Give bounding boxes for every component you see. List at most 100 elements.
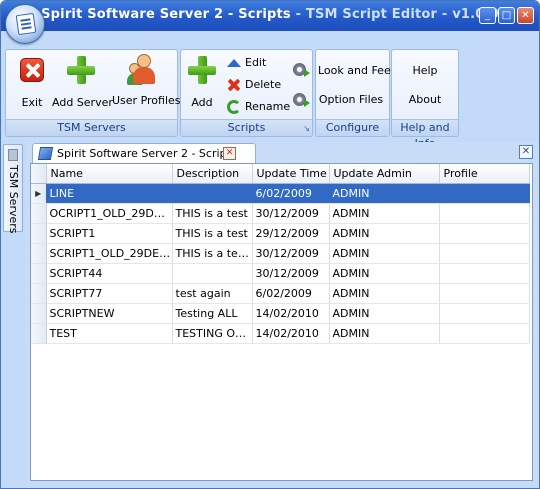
column-header-update-admin[interactable]: Update Admin <box>329 164 440 184</box>
tab-close-icon[interactable]: ✕ <box>223 147 236 160</box>
cell-profile[interactable] <box>439 243 530 264</box>
exit-button[interactable]: Exit <box>10 54 54 109</box>
cell-name[interactable]: SCRIPT44 <box>46 263 173 284</box>
cell-update-time[interactable]: 30/12/2009 <box>252 243 330 264</box>
cell-update-time[interactable]: 29/12/2009 <box>252 223 330 244</box>
cell-update-time[interactable]: 30/12/2009 <box>252 203 330 224</box>
row-indicator <box>31 263 47 284</box>
delete-script-button[interactable]: Delete <box>227 78 281 92</box>
group-caption-scripts: Scripts <box>181 119 312 136</box>
row-indicator <box>31 203 47 224</box>
cell-update-time[interactable]: 14/02/2010 <box>252 303 330 324</box>
table-row[interactable]: SCRIPTNEW Testing ALL 14/02/2010 ADMIN <box>31 303 530 324</box>
row-indicator <box>31 303 47 324</box>
rename-script-button[interactable]: Rename <box>227 100 290 114</box>
cell-name[interactable]: SCRIPT1 <box>46 223 173 244</box>
add-server-icon <box>65 56 97 88</box>
document-tab-label: Spirit Software Server 2 - Scripts <box>57 147 237 160</box>
cell-name[interactable]: SCRIPT77 <box>46 283 173 304</box>
ribbon-group-configure: Look and Feel Option Files Configure <box>315 49 394 137</box>
cell-name[interactable]: SCRIPTNEW <box>46 303 173 324</box>
document-close-button[interactable]: ✕ <box>519 145 533 159</box>
cell-name[interactable]: SCRIPT1_OLD_29DEC2... <box>46 243 173 264</box>
table-row[interactable]: ▶ LINE 6/02/2009 ADMIN <box>31 183 530 204</box>
row-indicator <box>31 283 47 304</box>
cell-update-admin[interactable]: ADMIN <box>329 203 440 224</box>
row-indicator <box>31 223 47 244</box>
cell-description[interactable] <box>172 263 253 284</box>
cell-update-admin[interactable]: ADMIN <box>329 283 440 304</box>
cell-update-admin[interactable]: ADMIN <box>329 243 440 264</box>
table-row[interactable]: SCRIPT1 THIS is a test 29/12/2009 ADMIN <box>31 223 530 244</box>
minimize-button[interactable]: _ <box>479 7 496 24</box>
server-icon <box>8 149 18 161</box>
help-button[interactable]: Help <box>392 64 458 77</box>
option-files-button[interactable]: Option Files <box>318 93 384 106</box>
ribbon-group-help-info: Help About Help and Info <box>391 49 459 150</box>
run-script-gear-icon[interactable] <box>293 63 310 77</box>
maximize-button[interactable]: □ <box>498 7 515 24</box>
column-header-description[interactable]: Description <box>172 164 253 184</box>
cell-description[interactable]: Testing ALL <box>172 303 253 324</box>
about-button[interactable]: About <box>392 93 458 106</box>
cell-update-admin[interactable]: ADMIN <box>329 263 440 284</box>
cell-name[interactable]: OCRIPT1_OLD_29DEC... <box>46 203 173 224</box>
cell-description[interactable]: THIS is a test <box>172 223 253 244</box>
side-panel-label: TSM Servers <box>7 165 20 234</box>
ribbon-group-scripts: Add Edit Delete Rename Scripts ↘ <box>180 49 313 137</box>
cell-update-time[interactable]: 6/02/2009 <box>252 283 330 304</box>
cell-profile[interactable] <box>439 203 530 224</box>
cell-description[interactable]: THIS is a test2 <box>172 243 253 264</box>
scripts-table: Name Description Update Time Update Admi… <box>31 164 530 344</box>
add-script-button[interactable]: Add <box>185 54 219 109</box>
cell-profile[interactable] <box>439 183 530 204</box>
add-server-label: Add Server <box>52 96 113 109</box>
table-row[interactable]: SCRIPT77 test again 6/02/2009 ADMIN <box>31 283 530 304</box>
scripts-dialog-launcher-icon[interactable]: ↘ <box>303 124 310 133</box>
cell-description[interactable]: THIS is a test <box>172 203 253 224</box>
cell-update-time[interactable]: 14/02/2010 <box>252 323 330 344</box>
column-header-name[interactable]: Name <box>46 164 173 184</box>
tsm-servers-side-panel-tab[interactable]: TSM Servers <box>3 144 23 234</box>
cell-description[interactable] <box>172 183 253 204</box>
document-area: Spirit Software Server 2 - Scripts ✕ ✕ N… <box>26 142 537 485</box>
cell-name[interactable]: LINE <box>46 183 173 204</box>
rename-label: Rename <box>245 100 291 113</box>
table-row[interactable]: TEST TESTING OF ... 14/02/2010 ADMIN <box>31 323 530 344</box>
cell-update-time[interactable]: 6/02/2009 <box>252 183 330 204</box>
cell-profile[interactable] <box>439 303 530 324</box>
cell-description[interactable]: TESTING OF ... <box>172 323 253 344</box>
group-caption-tsm-servers: TSM Servers <box>6 119 177 136</box>
current-row-arrow-icon: ▶ <box>31 183 47 204</box>
cell-update-admin[interactable]: ADMIN <box>329 323 440 344</box>
table-row[interactable]: SCRIPT44 30/12/2009 ADMIN <box>31 263 530 284</box>
cell-name[interactable]: TEST <box>46 323 173 344</box>
column-header-profile[interactable]: Profile <box>439 164 530 184</box>
add-script-label: Add <box>191 96 213 109</box>
look-and-feel-button[interactable]: Look and Feel <box>318 64 394 77</box>
add-icon <box>186 56 218 88</box>
cell-update-admin[interactable]: ADMIN <box>329 183 440 204</box>
cell-update-admin[interactable]: ADMIN <box>329 303 440 324</box>
application-menu-button[interactable] <box>5 4 45 44</box>
close-window-button[interactable]: ✕ <box>517 7 534 24</box>
group-caption-configure: Configure <box>316 119 389 136</box>
cell-profile[interactable] <box>439 283 530 304</box>
table-row[interactable]: OCRIPT1_OLD_29DEC... THIS is a test 30/1… <box>31 203 530 224</box>
cell-profile[interactable] <box>439 323 530 344</box>
window-title: Spirit Software Server 2 - Scripts - TSM… <box>1 7 539 22</box>
cell-profile[interactable] <box>439 263 530 284</box>
user-profiles-button[interactable]: User Profiles <box>112 54 181 107</box>
cell-update-admin[interactable]: ADMIN <box>329 223 440 244</box>
cell-description[interactable]: test again <box>172 283 253 304</box>
ribbon: Exit Add Server User Profiles TSM Server… <box>5 49 535 150</box>
table-row[interactable]: SCRIPT1_OLD_29DEC2... THIS is a test2 30… <box>31 243 530 264</box>
column-header-update-time[interactable]: Update Time <box>252 164 330 184</box>
edit-script-button[interactable]: Edit <box>227 56 266 69</box>
document-tab-scripts[interactable]: Spirit Software Server 2 - Scripts ✕ <box>32 143 256 163</box>
schedule-script-gear-icon[interactable] <box>293 93 310 107</box>
title-bar[interactable]: Spirit Software Server 2 - Scripts - TSM… <box>1 1 539 31</box>
add-server-button[interactable]: Add Server <box>52 54 113 109</box>
cell-profile[interactable] <box>439 223 530 244</box>
cell-update-time[interactable]: 30/12/2009 <box>252 263 330 284</box>
